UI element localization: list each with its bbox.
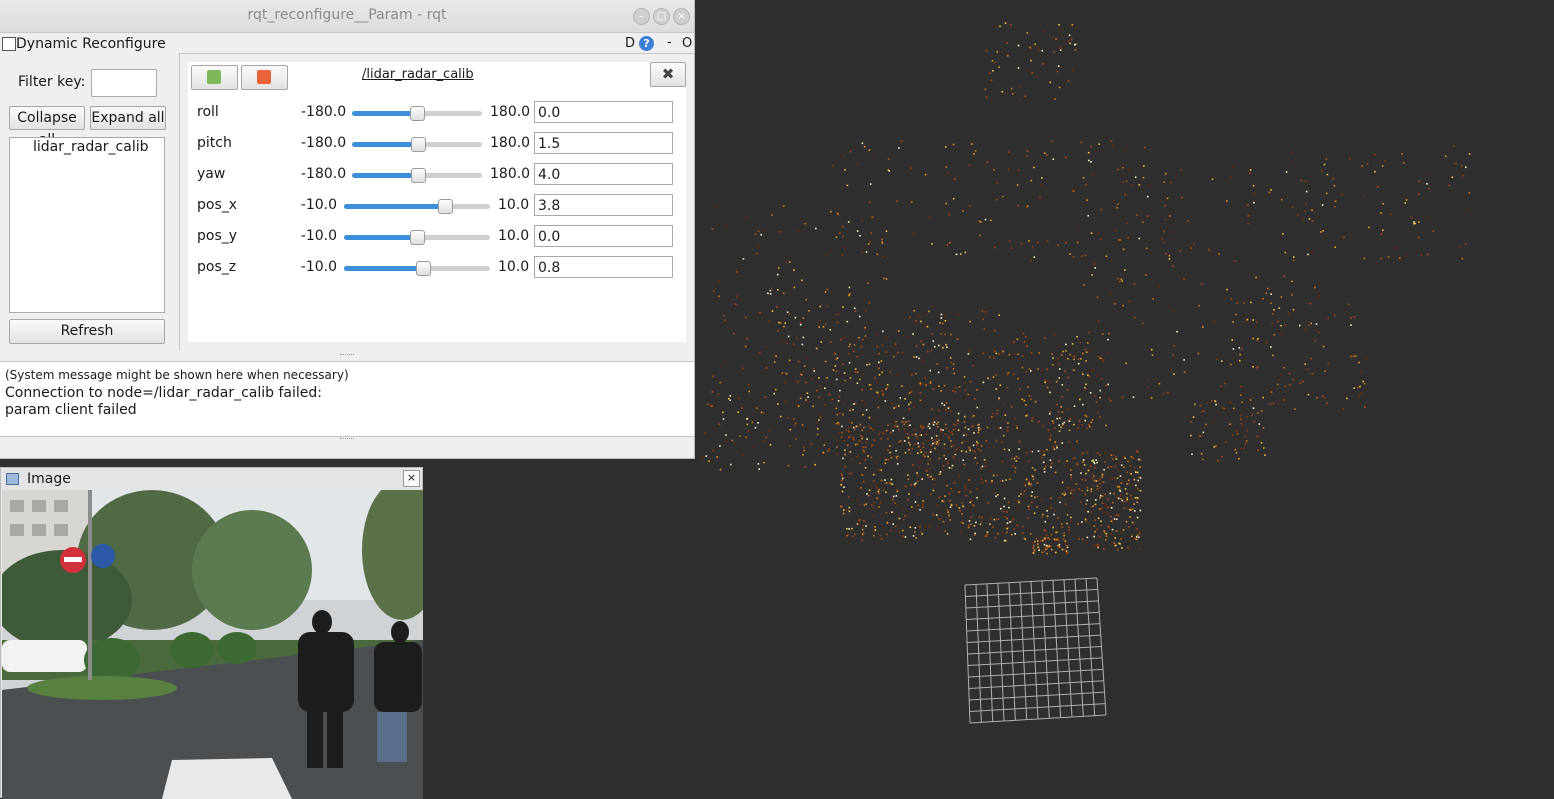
param-row-pos-z: pos_z -10.0 10.0 0.8 <box>188 256 686 280</box>
direction-sign <box>91 544 115 568</box>
param-row-pitch: pitch -180.0 180.0 1.5 <box>188 132 686 156</box>
collapse-all-button[interactable]: Collapse all <box>9 106 85 148</box>
system-message-line1: Connection to node=/lidar_radar_calib fa… <box>5 385 323 401</box>
system-message-line2: param client failed <box>5 402 137 418</box>
param-slider[interactable] <box>352 137 482 152</box>
param-max: 10.0 <box>498 259 530 275</box>
param-row-pos-y: pos_y -10.0 10.0 0.0 <box>188 225 686 249</box>
slider-handle[interactable] <box>411 168 427 183</box>
slider-fill <box>344 235 417 240</box>
refresh-button[interactable]: Refresh <box>9 319 165 344</box>
param-value-input[interactable]: 3.8 <box>534 194 673 216</box>
slider-fill <box>352 142 418 147</box>
param-value-input[interactable]: 1.5 <box>534 132 673 154</box>
camera-image <box>2 490 423 799</box>
param-slider[interactable] <box>352 168 482 183</box>
slider-handle[interactable] <box>410 230 425 245</box>
param-slider[interactable] <box>352 106 482 121</box>
plugin-options-button[interactable]: O <box>682 36 692 51</box>
param-min: -180.0 <box>301 166 347 182</box>
splitter-handle[interactable] <box>340 354 354 357</box>
splitter-handle-bottom[interactable] <box>340 438 354 441</box>
plugin-icon <box>2 37 16 51</box>
filter-key-input[interactable] <box>91 69 157 97</box>
help-icon[interactable]: ? <box>639 36 654 51</box>
rqt-window: rqt_reconfigure__Param - rqt – □ × Dynam… <box>0 0 695 459</box>
node-tree[interactable]: lidar_radar_calib <box>9 137 165 313</box>
node-name-label: /lidar_radar_calib <box>362 67 474 82</box>
param-row-pos-x: pos_x -10.0 10.0 3.8 <box>188 194 686 218</box>
slider-handle[interactable] <box>410 137 426 152</box>
slider-fill <box>344 266 423 271</box>
window-titlebar[interactable]: rqt_reconfigure__Param - rqt – □ × <box>0 0 694 33</box>
slider-fill <box>352 173 419 178</box>
maximize-button[interactable]: □ <box>653 8 670 25</box>
plugin-title: Dynamic Reconfigure <box>16 36 166 52</box>
system-message-hint: (System message might be shown here when… <box>5 368 349 382</box>
param-value-input[interactable]: 0.0 <box>534 101 673 123</box>
param-min: -10.0 <box>300 259 337 275</box>
window-close-button[interactable]: × <box>673 8 690 25</box>
param-slider[interactable] <box>344 230 490 245</box>
param-name: pos_y <box>197 228 238 244</box>
slider-handle[interactable] <box>415 261 431 276</box>
expand-all-button[interactable]: Expand all <box>90 106 166 130</box>
road-marking <box>162 758 292 799</box>
param-value-input[interactable]: 4.0 <box>534 163 673 185</box>
image-window: Image × <box>0 467 423 799</box>
param-value-input[interactable]: 0.8 <box>534 256 673 278</box>
param-name: pos_x <box>197 197 238 213</box>
image-window-title: Image <box>27 471 71 487</box>
filter-key-label: Filter key: <box>18 74 86 90</box>
param-max: 10.0 <box>498 228 530 244</box>
image-icon <box>6 473 19 485</box>
param-max: 180.0 <box>490 135 531 151</box>
folder-open-icon <box>257 70 271 84</box>
slider-handle[interactable] <box>410 106 425 121</box>
param-row-yaw: yaw -180.0 180.0 4.0 <box>188 163 686 187</box>
load-params-button[interactable] <box>241 65 288 90</box>
sign-pole <box>88 490 92 680</box>
param-slider[interactable] <box>344 199 490 214</box>
minimize-button[interactable]: – <box>633 8 650 25</box>
param-slider[interactable] <box>344 261 490 276</box>
slider-fill <box>344 204 445 209</box>
window-title: rqt_reconfigure__Param - rqt <box>247 7 447 23</box>
param-min: -180.0 <box>301 135 347 151</box>
plugin-minimize-button[interactable]: - <box>667 35 672 50</box>
save-params-button[interactable] <box>191 65 238 90</box>
param-max: 180.0 <box>490 104 531 120</box>
param-min: -10.0 <box>300 228 337 244</box>
image-window-header[interactable]: Image × <box>1 468 422 490</box>
image-close-button[interactable]: × <box>403 470 420 487</box>
param-max: 180.0 <box>490 166 531 182</box>
car <box>2 640 87 672</box>
download-icon <box>207 70 221 84</box>
system-message-area: (System message might be shown here when… <box>0 361 694 437</box>
tree-item-lidar-radar-calib[interactable]: lidar_radar_calib <box>33 139 149 155</box>
param-row-roll: roll -180.0 180.0 0.0 <box>188 101 686 125</box>
param-name: pos_z <box>197 259 237 275</box>
slider-fill <box>352 111 417 116</box>
param-value-input[interactable]: 0.0 <box>534 225 673 247</box>
param-min: -180.0 <box>301 104 347 120</box>
param-name: roll <box>197 104 219 120</box>
slider-handle[interactable] <box>437 199 453 214</box>
plugin-d-button[interactable]: D <box>625 36 635 51</box>
param-max: 10.0 <box>498 197 530 213</box>
plugin-header: Dynamic Reconfigure D ? - O <box>0 33 694 55</box>
param-min: -10.0 <box>300 197 337 213</box>
param-name: pitch <box>197 135 232 151</box>
param-name: yaw <box>197 166 226 182</box>
close-node-button[interactable]: ✖ <box>650 62 686 87</box>
